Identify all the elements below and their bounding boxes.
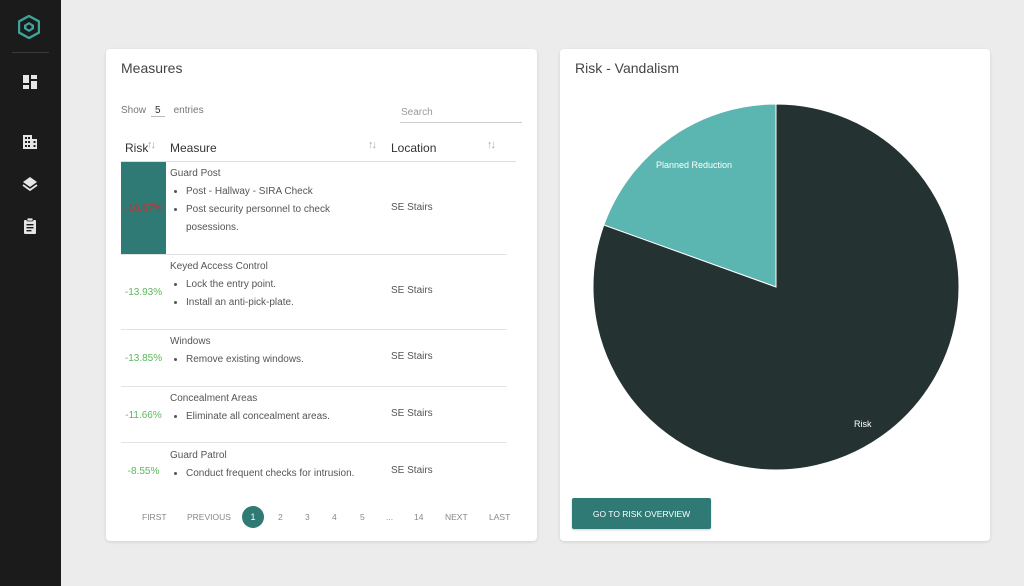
last-page-button[interactable]: LAST bbox=[489, 512, 510, 522]
search-input[interactable] bbox=[400, 103, 522, 123]
sidebar bbox=[0, 0, 61, 586]
sort-icon-measure[interactable]: ↑↓ bbox=[368, 139, 377, 151]
risk-value: -13.85% bbox=[124, 353, 163, 364]
previous-page-button[interactable]: PREVIOUS bbox=[187, 512, 231, 522]
risk-pie-chart bbox=[592, 103, 960, 471]
sidebar-divider bbox=[12, 52, 49, 53]
location-value: SE Stairs bbox=[391, 408, 433, 419]
column-header-location[interactable]: Location bbox=[391, 141, 436, 155]
show-label: Show bbox=[121, 105, 147, 116]
measure-items: Eliminate all concealment areas. bbox=[170, 408, 385, 426]
page-button[interactable]: 3 bbox=[305, 512, 310, 522]
measure-item: Lock the entry point. bbox=[186, 276, 385, 294]
measure-title: Windows bbox=[170, 336, 211, 347]
sort-icon-risk[interactable]: ↑↓ bbox=[147, 139, 156, 151]
building-icon[interactable] bbox=[20, 132, 40, 152]
table-row[interactable]: -18.67% Guard Post Post - Hallway - SIRA… bbox=[121, 162, 507, 255]
pagination: FIRST PREVIOUS 1 2 3 4 5 ... 14 NEXT LAS… bbox=[106, 506, 537, 528]
location-value: SE Stairs bbox=[391, 285, 433, 296]
measure-title: Keyed Access Control bbox=[170, 261, 268, 272]
first-page-button[interactable]: FIRST bbox=[142, 512, 167, 522]
measure-title: Guard Patrol bbox=[170, 450, 227, 461]
table-row[interactable]: -11.66% Concealment Areas Eliminate all … bbox=[121, 387, 507, 443]
risk-value: -11.66% bbox=[125, 409, 162, 421]
page-ellipsis: ... bbox=[386, 512, 394, 522]
entries-label: entries bbox=[173, 105, 204, 116]
measure-items: Post - Hallway - SIRA Check Post securit… bbox=[170, 183, 385, 237]
measure-items: Lock the entry point. Install an anti-pi… bbox=[170, 276, 385, 312]
page-button[interactable]: 14 bbox=[414, 512, 423, 522]
measure-item: Conduct frequent checks for intrusion. bbox=[186, 465, 385, 483]
risk-card: Risk - Vandalism Planned Reduction Risk G… bbox=[560, 49, 990, 541]
page-button[interactable]: 4 bbox=[332, 512, 337, 522]
hexagon-logo-icon[interactable] bbox=[18, 15, 40, 39]
risk-value: -13.93% bbox=[124, 287, 163, 298]
location-value: SE Stairs bbox=[391, 202, 433, 213]
page-button[interactable]: 2 bbox=[278, 512, 283, 522]
measure-title: Guard Post bbox=[170, 168, 221, 179]
column-header-risk[interactable]: Risk bbox=[125, 141, 148, 155]
page-button[interactable]: 5 bbox=[360, 512, 365, 522]
location-value: SE Stairs bbox=[391, 351, 433, 362]
table-row[interactable]: -13.93% Keyed Access Control Lock the en… bbox=[121, 255, 507, 330]
table-row[interactable]: -13.85% Windows Remove existing windows.… bbox=[121, 330, 507, 387]
go-to-risk-overview-button[interactable]: GO TO RISK OVERVIEW bbox=[572, 498, 711, 529]
measures-title: Measures bbox=[121, 60, 183, 76]
show-entries: Show 5 entries bbox=[121, 105, 204, 117]
measure-item: Post - Hallway - SIRA Check bbox=[186, 183, 385, 201]
location-value: SE Stairs bbox=[391, 465, 433, 476]
clipboard-icon[interactable] bbox=[20, 216, 40, 236]
table-row[interactable]: -8.55% Guard Patrol Conduct frequent che… bbox=[121, 443, 507, 490]
layers-icon[interactable] bbox=[20, 174, 40, 194]
sort-icon-location[interactable]: ↑↓ bbox=[487, 139, 496, 151]
measure-item: Post security personnel to check posessi… bbox=[186, 201, 385, 237]
entries-select[interactable]: 5 bbox=[150, 105, 165, 117]
measures-card: Measures Show 5 entries Risk ↑↓ Measure … bbox=[106, 49, 537, 541]
risk-title: Risk - Vandalism bbox=[575, 60, 679, 76]
pie-label-risk: Risk bbox=[854, 419, 872, 429]
risk-value: -8.55% bbox=[127, 466, 160, 477]
measure-item: Remove existing windows. bbox=[186, 351, 385, 369]
measure-item: Install an anti-pick-plate. bbox=[186, 294, 385, 312]
column-header-measure[interactable]: Measure bbox=[170, 141, 217, 155]
pie-label-planned-reduction: Planned Reduction bbox=[656, 160, 733, 170]
measure-item: Eliminate all concealment areas. bbox=[186, 408, 385, 426]
measure-items: Conduct frequent checks for intrusion. bbox=[170, 465, 385, 483]
measure-items: Remove existing windows. bbox=[170, 351, 385, 369]
risk-value: -18.67% bbox=[121, 162, 166, 254]
page-button-current[interactable]: 1 bbox=[242, 506, 264, 528]
next-page-button[interactable]: NEXT bbox=[445, 512, 468, 522]
dashboard-icon[interactable] bbox=[20, 72, 40, 92]
measure-title: Concealment Areas bbox=[170, 393, 258, 404]
